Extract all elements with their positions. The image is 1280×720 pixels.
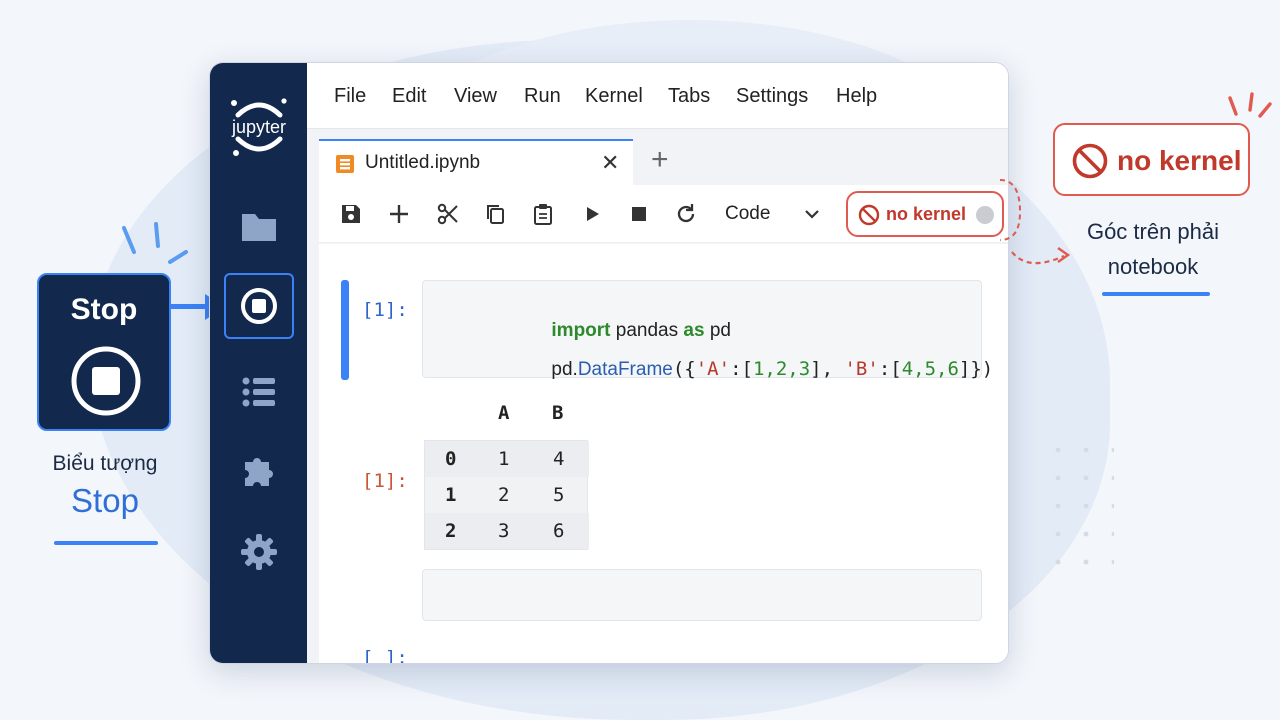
table-row: 1 2 5: [425, 477, 589, 513]
settings-gear-icon[interactable]: [236, 529, 282, 575]
code-token: :[: [730, 358, 753, 380]
no-kernel-callout-card: no kernel: [1053, 123, 1250, 196]
dataframe-table: 0 1 4 1 2 5 2 3 6: [424, 440, 589, 550]
empty-code-cell[interactable]: [422, 569, 982, 621]
table-cell: 2: [498, 484, 510, 506]
table-row: 2 3 6: [425, 513, 589, 549]
main-area: File Edit View Run Kernel Tabs Settings …: [307, 63, 1008, 663]
notebook-file-icon: [336, 155, 354, 173]
function-name: DataFrame: [577, 359, 673, 380]
menu-help[interactable]: Help: [836, 85, 877, 108]
table-of-contents-icon[interactable]: [236, 369, 282, 415]
jupyter-logo: jupyter: [224, 93, 294, 161]
row-index: 1: [445, 484, 457, 506]
table-cell: 5: [553, 484, 565, 506]
string-literal: 'B': [844, 358, 879, 380]
cell-type-select[interactable]: Code: [725, 203, 770, 225]
string-literal: 'A': [695, 358, 731, 380]
notebook-tab[interactable]: Untitled.ipynb ✕: [319, 139, 633, 185]
kernel-caption-line1: Góc trên phải: [1086, 219, 1220, 244]
caption-underline: [54, 541, 158, 545]
stop-icon[interactable]: [627, 202, 651, 226]
left-sidebar: jupyter: [210, 63, 307, 663]
no-kernel-callout-label: no kernel: [1117, 145, 1242, 176]
stop-caption-line2: Stop: [71, 482, 139, 519]
input-prompt: [1]:: [362, 299, 408, 321]
table-cell: 6: [553, 520, 565, 542]
menu-bar: File Edit View Run Kernel Tabs Settings …: [307, 63, 1008, 129]
stop-caption-line1: Biểu tượng: [52, 452, 158, 475]
stop-icon: [70, 345, 142, 417]
menu-kernel[interactable]: Kernel: [585, 85, 643, 108]
run-icon[interactable]: [580, 202, 604, 226]
logo-text: jupyter: [231, 117, 286, 137]
table-cell: 3: [498, 520, 510, 542]
kernel-idle-indicator: [976, 206, 994, 224]
menu-run[interactable]: Run: [524, 85, 561, 108]
table-row: 0 1 4: [425, 441, 589, 477]
menu-edit[interactable]: Edit: [392, 85, 426, 108]
column-header: B: [552, 402, 564, 424]
stop-circle-icon: [241, 288, 277, 324]
active-cell-indicator: [341, 280, 349, 380]
code-token: ],: [810, 358, 845, 380]
code-cell-editor[interactable]: import pandas as pd pd.DataFrame({'A':[1…: [422, 280, 993, 380]
menu-file[interactable]: File: [334, 85, 366, 108]
kernel-caption-line2: notebook: [1107, 254, 1199, 279]
code-token: :[: [878, 358, 902, 380]
table-cell: 1: [498, 448, 510, 470]
tab-bar: Untitled.ipynb ✕ +: [319, 139, 1008, 185]
caption-underline: [1102, 292, 1210, 296]
empty-input-prompt: [ ]:: [362, 647, 408, 664]
kernel-status-button[interactable]: no kernel: [846, 191, 1004, 237]
kernel-status-label: no kernel: [886, 204, 967, 224]
kernel-caption: Góc trên phải notebook: [1058, 214, 1248, 284]
new-tab-icon[interactable]: +: [651, 143, 669, 177]
close-tab-icon[interactable]: ✕: [601, 150, 619, 176]
number-literal: 1,2,3: [752, 358, 811, 380]
cut-icon[interactable]: [436, 202, 460, 226]
row-index: 0: [445, 448, 457, 470]
running-sessions-stop-button[interactable]: [224, 273, 294, 339]
folder-icon[interactable]: [236, 203, 282, 249]
paste-icon[interactable]: [531, 202, 555, 226]
stop-callout-card: Stop: [37, 273, 171, 431]
add-cell-icon[interactable]: [387, 202, 411, 226]
notebook-toolbar: Code no kernel: [319, 185, 1008, 243]
extension-puzzle-icon[interactable]: [236, 447, 282, 493]
table-cell: 4: [553, 448, 565, 470]
number-literal: 4,5,6: [901, 358, 959, 380]
row-index: 2: [445, 520, 457, 542]
chevron-down-icon[interactable]: [803, 205, 821, 223]
jupyterlab-window: jupyter File Edit View Run Kernel Tabs S…: [209, 62, 1009, 664]
notebook-panel: [1]: import pandas as pd pd.DataFrame({'…: [319, 244, 1008, 663]
output-prompt: [1]:: [362, 470, 408, 492]
stop-callout-title: Stop: [70, 293, 138, 326]
code-token: ]}): [958, 358, 994, 380]
menu-settings[interactable]: Settings: [736, 85, 808, 108]
menu-view[interactable]: View: [454, 85, 497, 108]
tab-label: Untitled.ipynb: [365, 152, 481, 173]
copy-icon[interactable]: [483, 202, 507, 226]
stop-caption: Biểu tượng Stop: [20, 452, 190, 520]
column-header: A: [498, 402, 510, 424]
no-entry-icon: [1072, 143, 1108, 179]
code-token: ({: [672, 358, 696, 380]
menu-tabs[interactable]: Tabs: [668, 85, 710, 108]
code-token: pd.: [551, 359, 578, 380]
save-icon[interactable]: [339, 202, 363, 226]
no-entry-icon: [858, 204, 880, 226]
restart-icon[interactable]: [674, 202, 698, 226]
decorative-dots: [1044, 436, 1114, 576]
